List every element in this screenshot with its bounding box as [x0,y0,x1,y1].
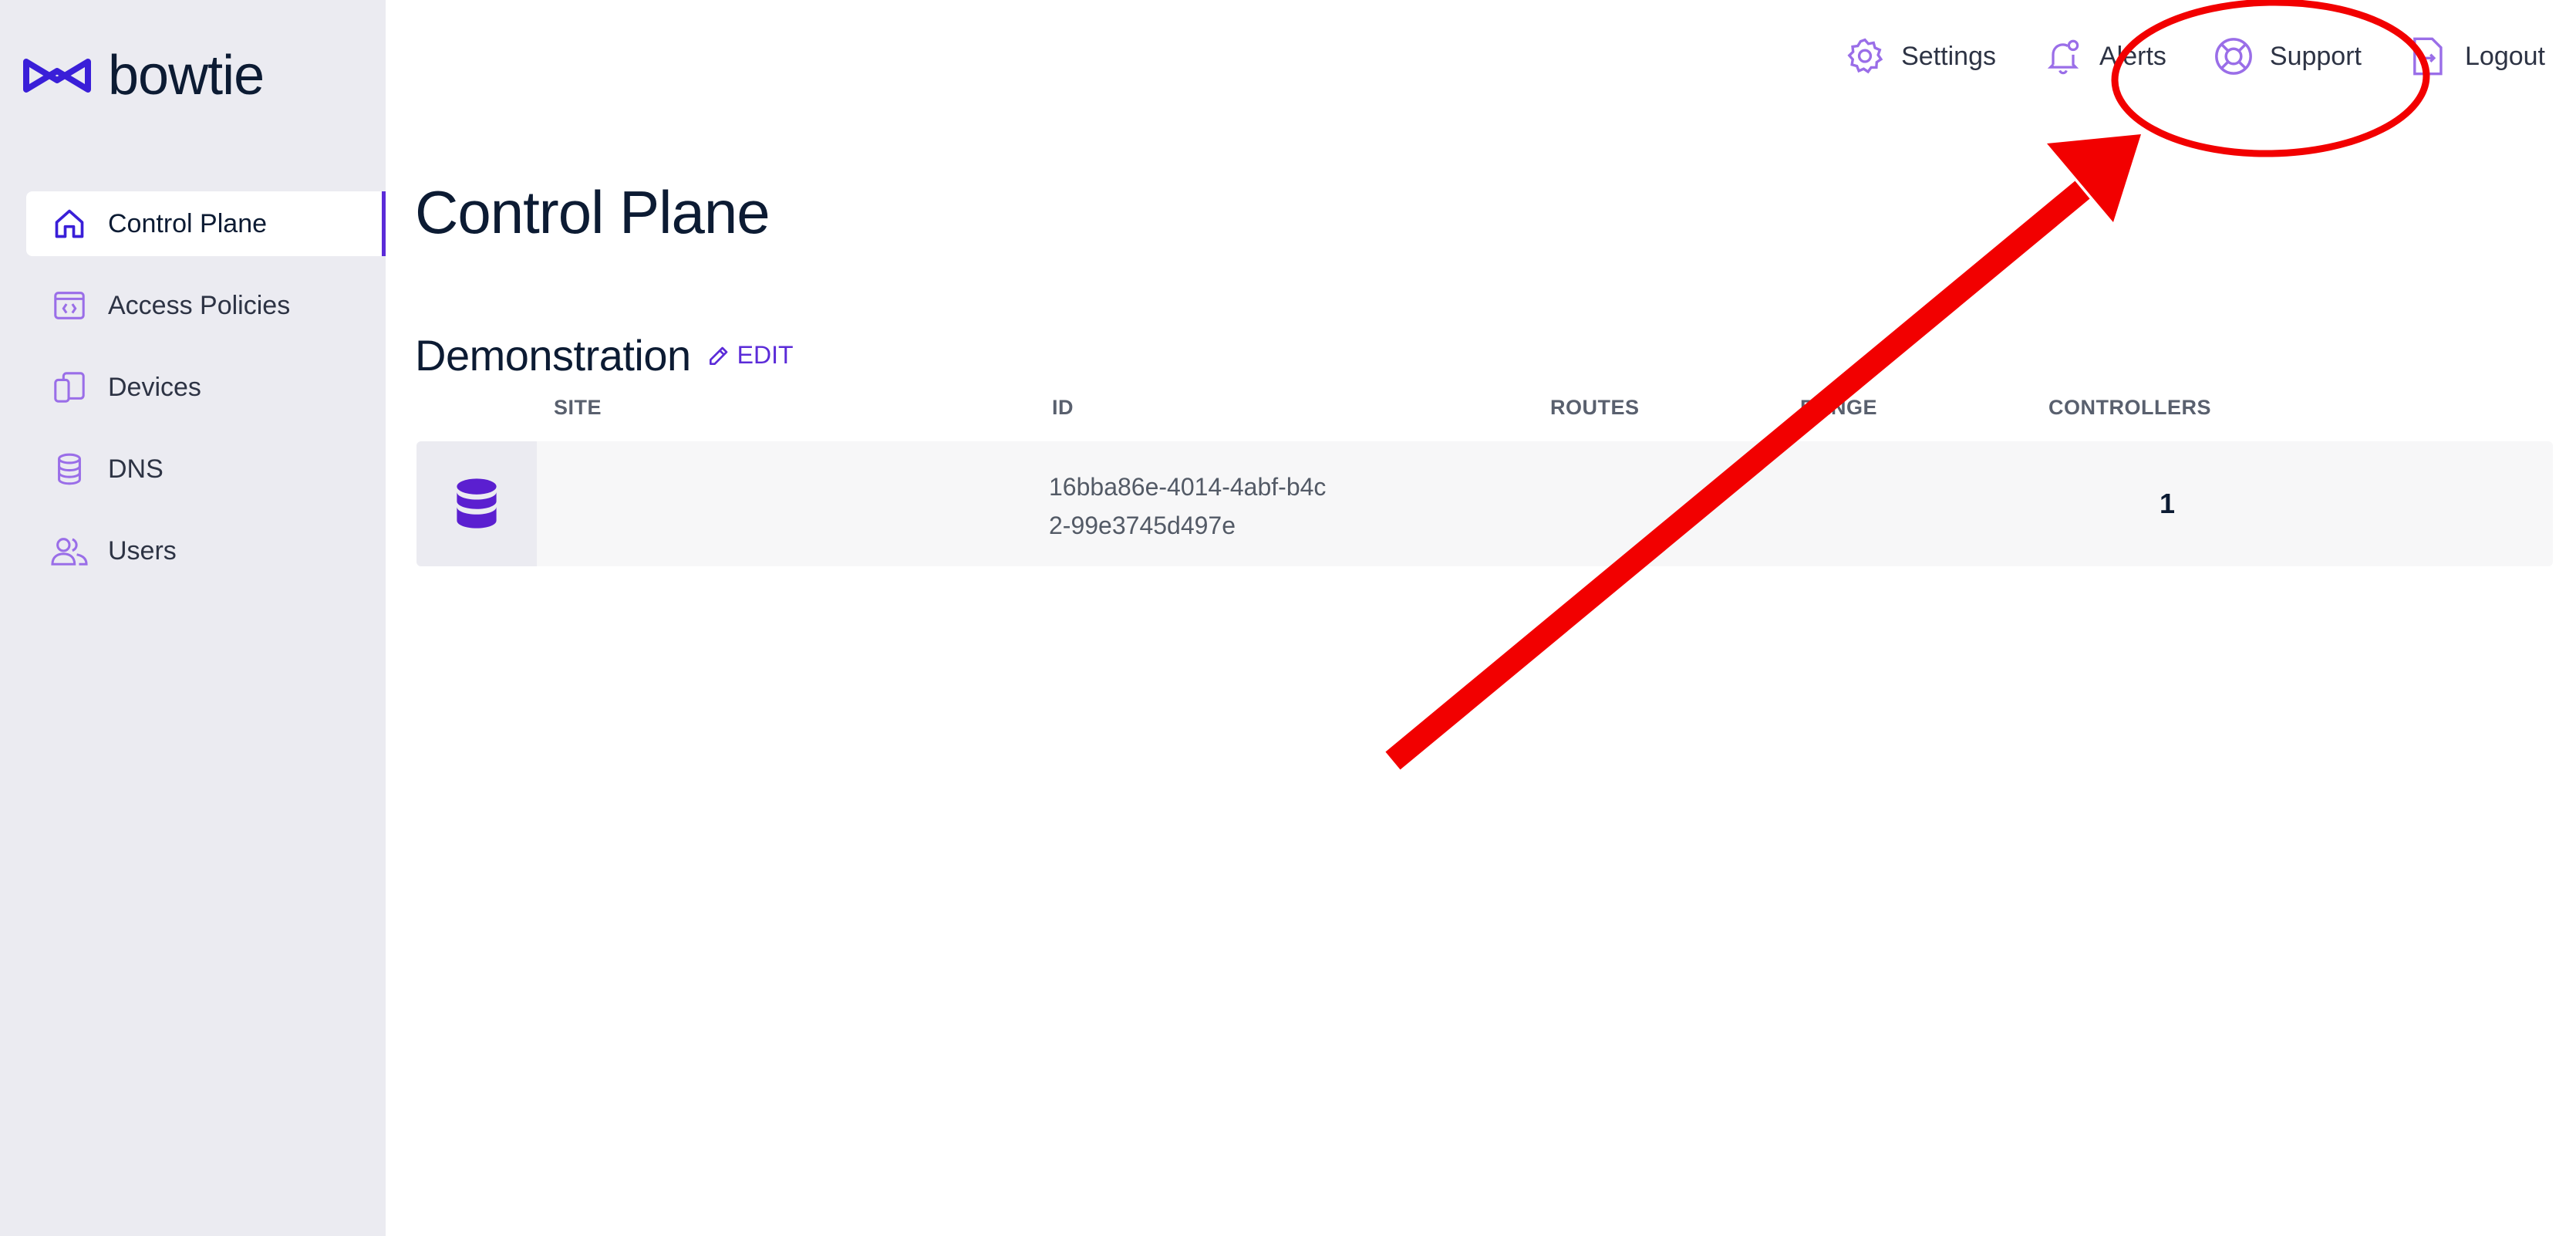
row-controllers-cell: 1 [2159,488,2176,519]
settings-link[interactable]: Settings [1843,34,1996,79]
table-header: SITE ID ROUTES RANGE CONTROLLERS [0,396,2576,427]
column-header-id[interactable]: ID [1052,396,1074,420]
brand-name: bowtie [108,45,265,106]
section-header: Demonstration EDIT [415,330,794,380]
column-header-range[interactable]: RANGE [1800,396,1877,420]
site-icon-cell [416,441,537,566]
users-icon [49,531,89,571]
pencil-icon [709,346,728,365]
row-id-cell: 16bba86e-4014-4abf-b4c2-99e3745d497e [1049,473,1327,539]
support-label: Support [2269,41,2362,71]
annotation-arrow-head [2047,134,2141,222]
gear-icon [1843,34,1887,79]
table-row[interactable]: 16bba86e-4014-4abf-b4c2-99e3745d497e 1 [416,441,2553,566]
logout-label: Logout [2465,41,2545,71]
home-icon [49,204,89,244]
logout-icon [2406,34,2451,79]
logout-link[interactable]: Logout [2406,34,2545,79]
bowtie-logo-icon [23,59,91,93]
settings-label: Settings [1901,41,1996,71]
database-icon [457,478,497,529]
bowtie-logo[interactable]: bowtie [22,45,265,106]
sidebar-item-users[interactable]: Users [26,518,386,583]
sidebar: bowtie Control Plane Access Policies Dev… [0,0,386,1236]
column-header-site[interactable]: SITE [554,396,602,420]
column-header-controllers[interactable]: CONTROLLERS [2048,396,2211,420]
code-window-icon [49,285,89,326]
database-icon [49,449,89,489]
support-link[interactable]: Support [2211,34,2362,79]
alerts-label: Alerts [2099,41,2166,71]
sidebar-item-label: Users [108,535,177,566]
page-title: Control Plane [415,178,770,246]
top-nav: Settings Alerts Support Logout [1798,34,2545,79]
sidebar-item-dns[interactable]: DNS [26,437,386,501]
sidebar-item-control-plane[interactable]: Control Plane [26,191,386,256]
sidebar-item-access-policies[interactable]: Access Policies [26,273,386,338]
sidebar-item-label: Access Policies [108,290,291,320]
edit-button[interactable]: EDIT [706,341,794,370]
lifebuoy-icon [2211,34,2256,79]
sidebar-item-label: Control Plane [108,208,268,238]
annotation-overlay [1385,0,2430,770]
edit-label: EDIT [737,341,794,369]
section-title: Demonstration [415,331,691,380]
sidebar-item-label: DNS [108,454,164,484]
bell-icon [2041,34,2085,79]
column-header-routes[interactable]: ROUTES [1550,396,1640,420]
alerts-link[interactable]: Alerts [2041,34,2166,79]
